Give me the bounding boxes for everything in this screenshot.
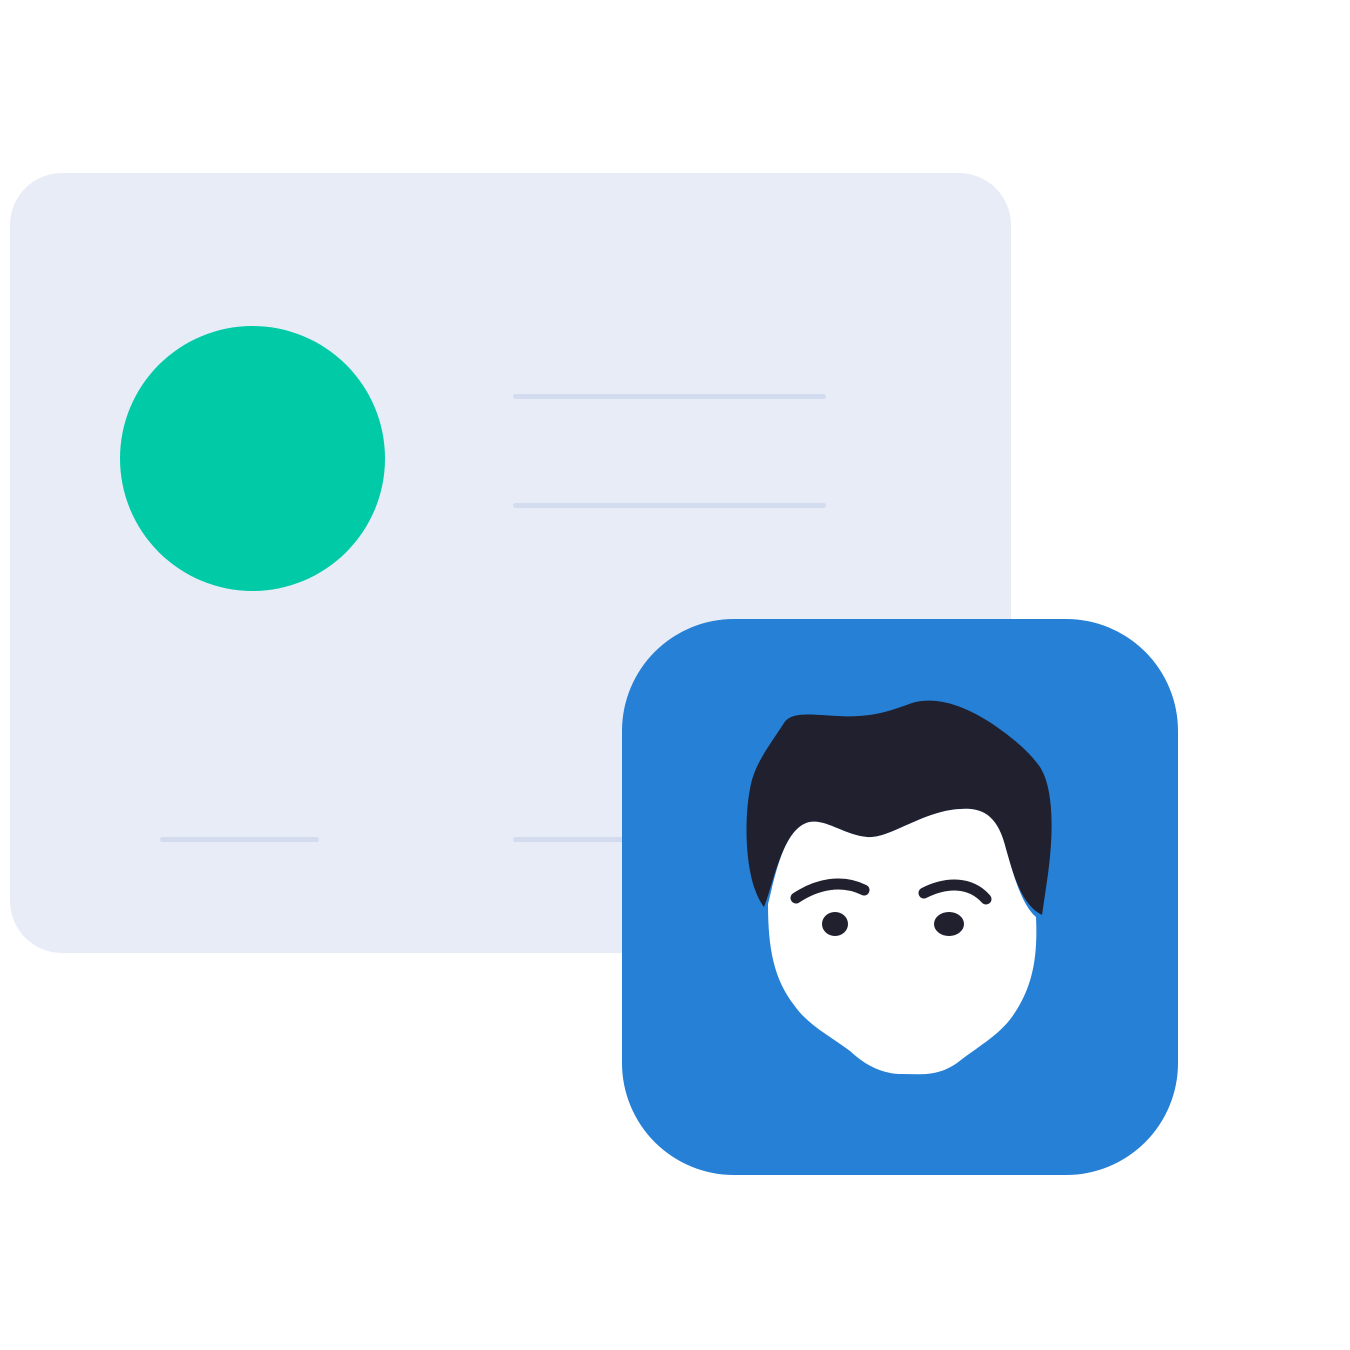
card-text-line <box>513 394 826 399</box>
photo-placeholder-icon <box>120 326 385 591</box>
illustration <box>0 0 1350 1350</box>
right-eye-icon <box>934 912 964 936</box>
face-icon <box>768 808 1037 1075</box>
left-eye-icon <box>822 912 848 936</box>
user-avatar-icon <box>622 619 1178 1175</box>
avatar-face-icon <box>746 700 1052 1075</box>
card-text-line <box>513 503 826 508</box>
card-text-line <box>160 837 319 842</box>
